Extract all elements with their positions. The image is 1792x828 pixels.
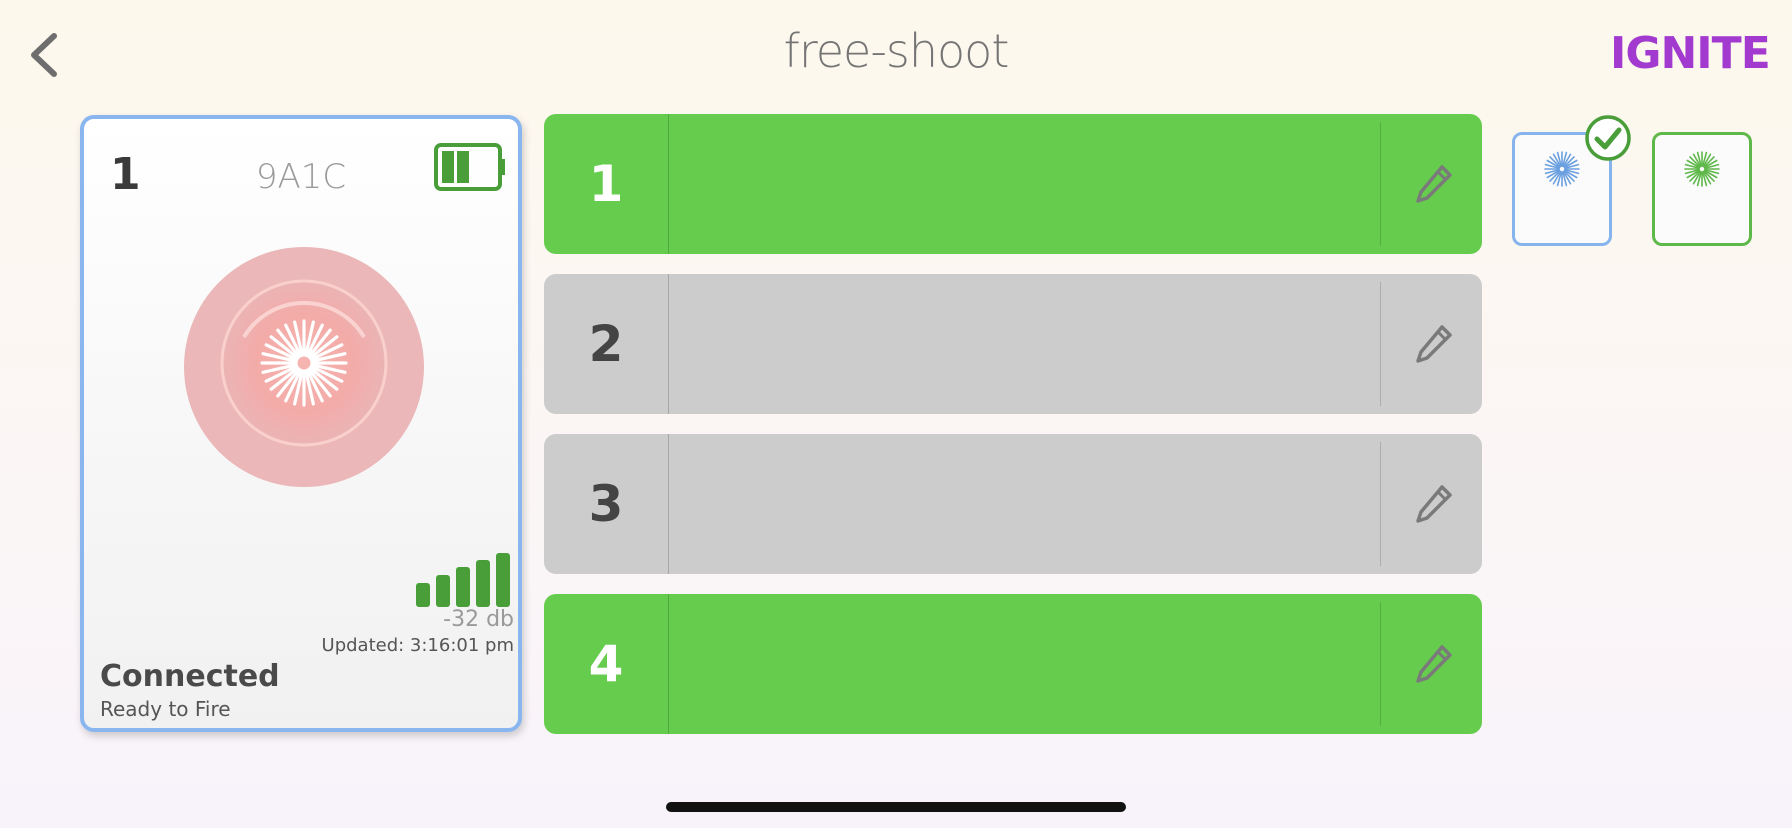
ignite-logo: IGNITE [1610,28,1771,79]
cue-row-2[interactable]: 2 [544,274,1482,414]
divider [668,434,669,574]
home-indicator[interactable] [666,802,1126,812]
pencil-icon[interactable] [1414,644,1454,684]
pencil-icon[interactable] [1414,324,1454,364]
signal-db: -32 db [443,607,514,632]
page-title: free-shoot [783,24,1010,78]
device-thumbnail-green[interactable] [1652,132,1752,246]
selected-check-icon [1585,115,1631,161]
cue-number: 3 [588,475,624,533]
cue-number: 2 [588,315,624,373]
cue-row-3[interactable]: 3 [544,434,1482,574]
last-updated: Updated: 3:16:01 pm [321,635,514,656]
pencil-icon[interactable] [1414,484,1454,524]
device-card[interactable]: 1 9A1C -32 db Updated: 3:16:01 pm Connec… [80,115,522,732]
divider [1380,122,1381,246]
cue-number: 1 [588,155,624,213]
connection-status: Connected [100,659,280,694]
signal-strength-icon [416,553,510,607]
cue-row-1[interactable]: 1 [544,114,1482,254]
fire-status: Ready to Fire [100,697,231,721]
firework-burst-icon [1684,151,1720,187]
divider [668,594,669,734]
divider [668,274,669,414]
firework-shell-icon [184,247,424,487]
divider [1380,602,1381,726]
divider [1380,282,1381,406]
pencil-icon[interactable] [1414,164,1454,204]
divider [1380,442,1381,566]
cue-row-4[interactable]: 4 [544,594,1482,734]
battery-icon [434,143,505,191]
cue-number: 4 [588,635,624,693]
divider [668,114,669,254]
